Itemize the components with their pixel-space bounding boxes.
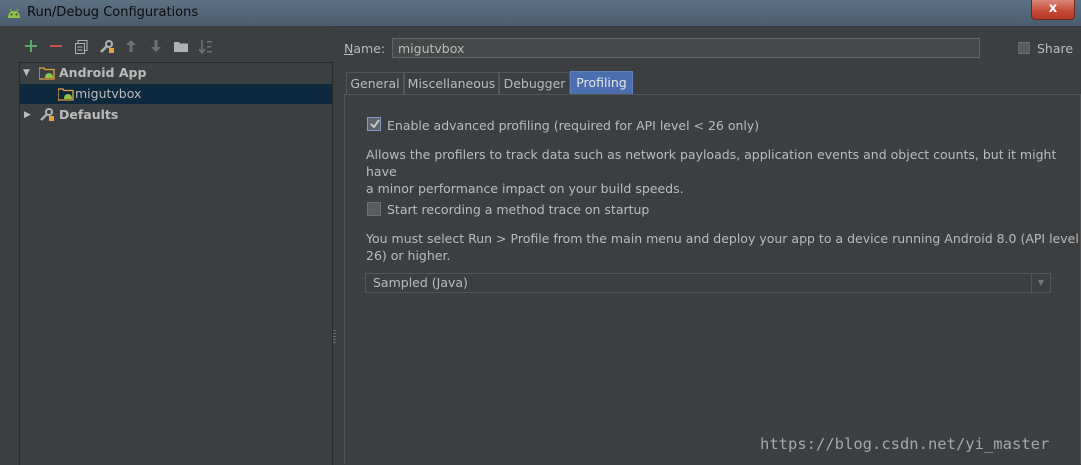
- advanced-profiling-description: Allows the profilers to track data such …: [366, 147, 1057, 196]
- tree-item-defaults[interactable]: ▶ Defaults: [20, 105, 332, 125]
- tab-profiling[interactable]: Profiling: [570, 71, 633, 94]
- move-up-icon: [126, 40, 136, 52]
- edit-defaults-icon: [99, 40, 114, 53]
- android-folder-icon: [38, 66, 55, 80]
- name-input[interactable]: [392, 38, 980, 58]
- method-trace-label: Start recording a method trace on startu…: [387, 202, 650, 217]
- tree-item-label: migutvbox: [75, 86, 142, 101]
- android-config-icon: [57, 87, 74, 101]
- move-down-button[interactable]: [146, 36, 166, 58]
- add-icon: [25, 40, 37, 52]
- collapsed-arrow-icon[interactable]: ▶: [24, 105, 36, 125]
- tree-item-android-app[interactable]: ▼ Android App: [20, 63, 332, 83]
- tab-debugger[interactable]: Debugger: [499, 72, 570, 94]
- window-title-bar: Run/Debug Configurations x: [0, 0, 1081, 27]
- android-icon: [7, 7, 21, 18]
- remove-configuration-button[interactable]: [46, 36, 66, 58]
- move-up-button[interactable]: [121, 36, 141, 58]
- share-checkbox[interactable]: [1018, 42, 1030, 54]
- advanced-profiling-checkbox[interactable]: [367, 117, 381, 131]
- close-icon: x: [1048, 1, 1058, 16]
- sort-icon: [198, 40, 212, 55]
- watermark: https://blog.csdn.net/yi_master: [760, 435, 1050, 453]
- checkmark-icon: [370, 119, 380, 129]
- wrench-icon: [39, 108, 55, 122]
- remove-icon: [50, 45, 62, 47]
- configuration-editor: Name: Share General Miscellaneous Debugg…: [340, 26, 1081, 464]
- share-label: Share: [1037, 41, 1074, 56]
- configurations-toolbar: [7, 36, 333, 58]
- copy-configuration-button[interactable]: [71, 36, 91, 58]
- configurations-panel: ▼ Android App migutvbox ▶ Defaults: [7, 26, 333, 465]
- window-title: Run/Debug Configurations: [27, 5, 199, 20]
- tab-miscellaneous[interactable]: Miscellaneous: [404, 72, 499, 94]
- method-trace-checkbox[interactable]: [367, 202, 381, 216]
- tree-item-migutvbox[interactable]: migutvbox: [20, 84, 332, 104]
- create-folder-button[interactable]: [171, 36, 191, 58]
- method-trace-description: You must select Run > Profile from the m…: [366, 231, 1079, 263]
- configurations-tree: ▼ Android App migutvbox ▶ Defaults: [19, 62, 333, 465]
- close-window-button[interactable]: x: [1031, 0, 1075, 20]
- chevron-down-icon[interactable]: ▼: [1031, 274, 1050, 292]
- panel-splitter-handle[interactable]: [333, 330, 336, 344]
- add-configuration-button[interactable]: [21, 36, 41, 58]
- move-down-icon: [151, 40, 161, 52]
- sort-configurations-button[interactable]: [196, 36, 216, 58]
- expanded-arrow-icon[interactable]: ▼: [23, 63, 35, 83]
- edit-defaults-button[interactable]: [96, 36, 116, 58]
- trace-mode-dropdown[interactable]: Sampled (Java) ▼: [365, 273, 1051, 293]
- tab-general[interactable]: General: [346, 72, 404, 94]
- tree-item-label: Android App: [59, 65, 147, 80]
- advanced-profiling-label: Enable advanced profiling (required for …: [387, 118, 760, 133]
- profiling-tab-content: Enable advanced profiling (required for …: [344, 94, 1081, 464]
- folder-icon: [174, 42, 188, 52]
- tree-item-label: Defaults: [59, 107, 119, 122]
- name-label: Name:: [344, 41, 386, 56]
- trace-mode-value: Sampled (Java): [373, 275, 468, 290]
- copy-icon: [74, 40, 87, 54]
